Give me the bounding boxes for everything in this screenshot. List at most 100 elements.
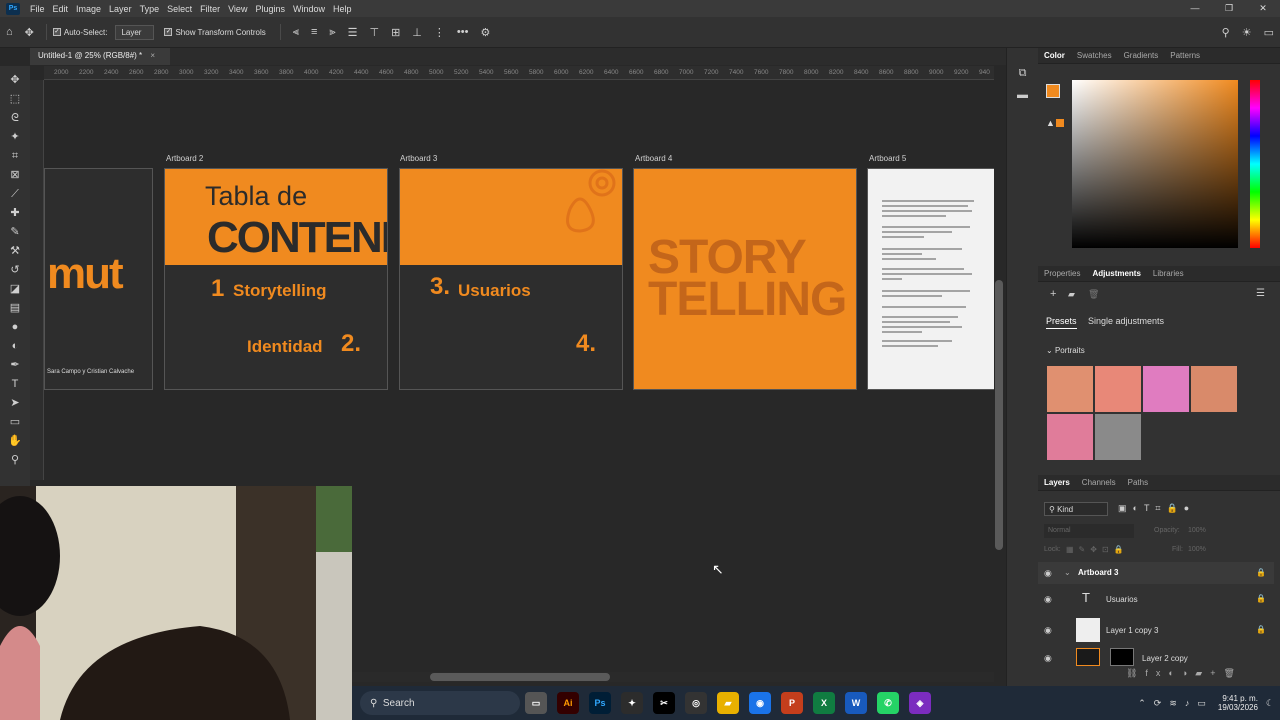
tab-channels[interactable]: Channels [1076, 475, 1122, 491]
hand-tool-icon[interactable]: ✋ [3, 432, 27, 451]
blend-mode-dropdown[interactable]: Normal [1044, 524, 1134, 538]
layer-row[interactable]: ◉ Layer 1 copy 3 🔒 [1038, 616, 1274, 644]
taskbar-search[interactable]: ⚲ Search [360, 691, 520, 715]
layer-filter-icons[interactable]: ▣◐T⌗🔒● [1118, 503, 1195, 514]
artboard-2[interactable]: Tabla de CONTENIDOS 1 Storytelling Ident… [164, 168, 388, 390]
more-options-icon[interactable]: ••• [451, 26, 475, 38]
auto-select-checkbox[interactable]: ✓ [52, 28, 61, 36]
gear-icon[interactable]: ⚙ [474, 26, 496, 39]
portrait-preset-3[interactable] [1143, 366, 1189, 412]
portrait-preset-5[interactable] [1047, 414, 1093, 460]
capcut-icon[interactable]: ✂ [653, 692, 675, 714]
brush-tool-icon[interactable]: ✎ [3, 223, 27, 242]
menu-filter[interactable]: Filter [196, 4, 224, 14]
comments-icon[interactable]: ▬ [1007, 84, 1038, 106]
notification-icon[interactable]: ☾ [1266, 698, 1274, 709]
trash-icon[interactable]: 🗑 [1088, 289, 1099, 300]
type-tool-icon[interactable]: T [3, 375, 27, 394]
color-field[interactable] [1072, 80, 1238, 248]
pen-tool-icon[interactable]: ✒ [3, 356, 27, 375]
zoom-tool-icon[interactable]: ⚲ [3, 451, 27, 470]
battery-icon[interactable]: ▭ [1197, 698, 1206, 709]
lasso-tool-icon[interactable]: ᘓ [3, 109, 27, 128]
move-tool-icon[interactable]: ✥ [3, 71, 27, 90]
task-view-icon[interactable]: ▭ [525, 692, 547, 714]
gamut-warning-icon[interactable]: ▲ [1046, 118, 1055, 128]
add-adjustment-icon[interactable]: + [1050, 288, 1056, 300]
artboard-2-label[interactable]: Artboard 2 [166, 154, 203, 163]
magic-wand-icon[interactable]: ✦ [3, 128, 27, 147]
menu-window[interactable]: Window [289, 4, 329, 14]
menu-plugins[interactable]: Plugins [251, 4, 289, 14]
eye-icon[interactable]: ◉ [1044, 653, 1052, 664]
crop-tool-icon[interactable]: ⌗ [3, 147, 27, 166]
tab-patterns[interactable]: Patterns [1164, 48, 1206, 64]
horizontal-scrollbar[interactable] [430, 673, 610, 681]
history-icon[interactable]: ⧉ [1007, 62, 1038, 84]
hue-slider[interactable] [1250, 80, 1260, 248]
menu-select[interactable]: Select [163, 4, 196, 14]
stamp-tool-icon[interactable]: ⚒ [3, 242, 27, 261]
portrait-preset-2[interactable] [1095, 366, 1141, 412]
eye-icon[interactable]: ◉ [1044, 625, 1052, 636]
list-view-icon[interactable]: ☰ [1256, 288, 1265, 299]
artboard-5[interactable] [867, 168, 994, 390]
illustrator-icon[interactable]: Ai [557, 692, 579, 714]
menu-image[interactable]: Image [72, 4, 105, 14]
gradient-tool-icon[interactable]: ▤ [3, 299, 27, 318]
document-tab[interactable]: Untitled-1 @ 25% (RGB/8#) * × [30, 48, 170, 65]
menu-file[interactable]: File [26, 4, 49, 14]
folder-icon[interactable]: ▰ [1068, 289, 1075, 300]
eyedropper-icon[interactable]: ⟋ [3, 185, 27, 204]
wifi-icon[interactable]: ≋ [1169, 698, 1177, 709]
menu-help[interactable]: Help [329, 4, 356, 14]
tab-single-adjustments[interactable]: Single adjustments [1088, 316, 1164, 326]
align-middle-icon[interactable]: ⊞ [385, 26, 406, 39]
tab-color[interactable]: Color [1038, 48, 1071, 64]
tab-libraries[interactable]: Libraries [1147, 266, 1190, 282]
tab-swatches[interactable]: Swatches [1071, 48, 1118, 64]
align-bottom-icon[interactable]: ⊥ [406, 26, 428, 39]
align-top-icon[interactable]: ⊤ [363, 26, 385, 39]
distribute-icon[interactable]: ☰ [342, 26, 364, 39]
file-explorer-icon[interactable]: ▰ [717, 692, 739, 714]
chevron-down-icon[interactable]: ⌄ [1064, 568, 1071, 577]
opacity-value[interactable]: 100% [1188, 527, 1206, 534]
artboard-1[interactable]: mut Sara Campo y Cristian Calvache [44, 168, 153, 390]
menu-edit[interactable]: Edit [49, 4, 73, 14]
tab-gradients[interactable]: Gradients [1118, 48, 1165, 64]
layer-actions[interactable]: ⛓fx◐◑▰+🗑 [1126, 668, 1243, 679]
artboard-5-label[interactable]: Artboard 5 [869, 154, 906, 163]
eraser-icon[interactable]: ◪ [3, 280, 27, 299]
eye-icon[interactable]: ◉ [1044, 568, 1052, 579]
excel-icon[interactable]: X [813, 692, 835, 714]
chevron-up-icon[interactable]: ⌃ [1138, 698, 1146, 709]
history-brush-icon[interactable]: ↺ [3, 261, 27, 280]
tab-properties[interactable]: Properties [1038, 266, 1086, 282]
sync-icon[interactable]: ⟳ [1154, 698, 1162, 709]
foreground-swatch[interactable] [1046, 84, 1060, 98]
portrait-preset-1[interactable] [1047, 366, 1093, 412]
restore-button[interactable]: ❐ [1212, 0, 1246, 17]
eye-icon[interactable]: ◉ [1044, 594, 1052, 605]
distribute-vertical-icon[interactable]: ⋮ [428, 26, 451, 39]
tab-layers[interactable]: Layers [1038, 475, 1076, 491]
word-icon[interactable]: W [845, 692, 867, 714]
menu-view[interactable]: View [224, 4, 251, 14]
powerpoint-icon[interactable]: P [781, 692, 803, 714]
layer-row[interactable]: ◉ ⌄ Artboard 3 🔒 [1038, 562, 1274, 584]
show-transform-checkbox[interactable]: ✓ [164, 28, 173, 36]
portrait-preset-4[interactable] [1191, 366, 1237, 412]
search-icon[interactable]: ⚲ [1216, 26, 1236, 39]
layer-row[interactable]: ◉ T Usuarios 🔒 [1038, 586, 1274, 612]
auto-select-dropdown[interactable]: Layer [115, 24, 155, 40]
align-center-icon[interactable]: ≡ [305, 26, 323, 38]
volume-icon[interactable]: ♪ [1185, 698, 1190, 708]
tab-paths[interactable]: Paths [1122, 475, 1154, 491]
layer-row[interactable]: ◉ Layer 2 copy [1038, 646, 1274, 670]
close-window-button[interactable]: ✕ [1246, 0, 1280, 17]
tab-presets[interactable]: Presets [1046, 316, 1077, 329]
menu-type[interactable]: Type [136, 4, 164, 14]
minimize-button[interactable]: — [1178, 0, 1212, 17]
workspace-icon[interactable]: ▭ [1258, 26, 1280, 39]
